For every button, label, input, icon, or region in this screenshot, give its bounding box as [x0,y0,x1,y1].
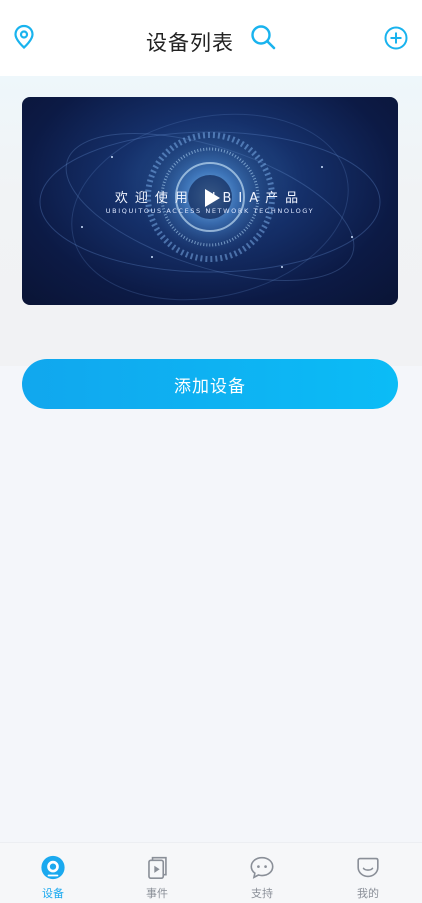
page-title: 设备列表 [146,31,234,55]
bottom-tab-bar: 设备 事件 支持 我的 [0,842,422,903]
chat-icon [250,856,274,879]
add-circle-icon[interactable] [383,25,409,51]
search-icon[interactable] [250,24,276,50]
welcome-video[interactable]: 欢迎使用 UBIA产品 UBIQUITOUS ACCESS NETWORK TE… [22,97,398,305]
location-pin-icon[interactable] [12,24,36,50]
event-video-icon [148,856,167,880]
profile-icon [357,857,379,878]
tab-label: 事件 [146,887,168,900]
camera-icon [41,855,65,880]
tab-profile[interactable]: 我的 [338,855,398,901]
tab-label: 我的 [357,887,379,900]
tab-label: 设备 [42,887,64,900]
tab-devices[interactable]: 设备 [23,855,83,901]
add-device-button[interactable]: 添加设备 [22,359,398,409]
tab-support[interactable]: 支持 [232,855,292,901]
play-icon[interactable] [199,186,223,210]
top-bar: 设备列表 [0,0,422,76]
tab-events[interactable]: 事件 [127,855,187,901]
tab-label: 支持 [251,887,273,900]
